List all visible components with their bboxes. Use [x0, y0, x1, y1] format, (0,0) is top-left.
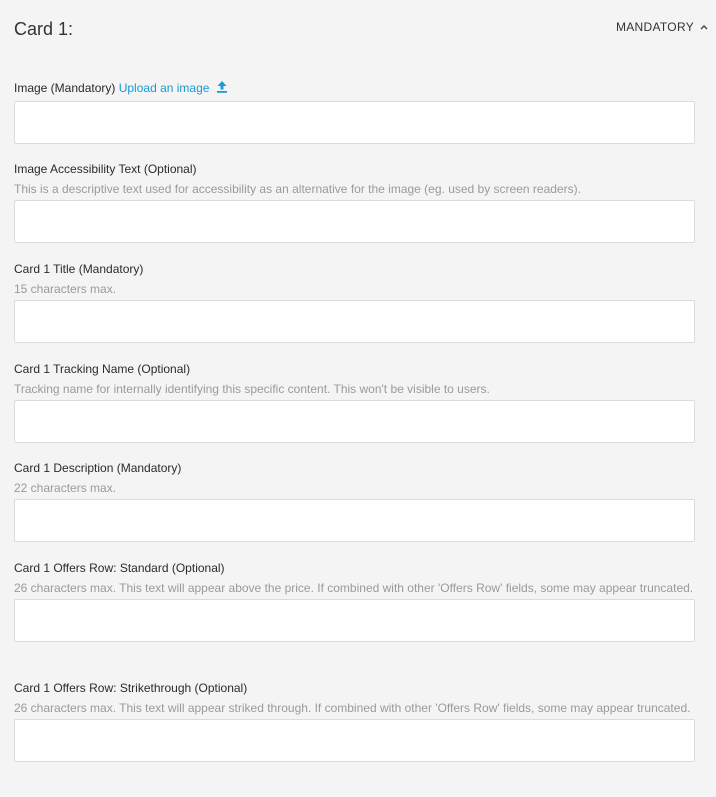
image-accessibility-text-label: Image Accessibility Text (Optional) — [14, 162, 197, 176]
tracking-name-hint: Tracking name for internally identifying… — [14, 382, 490, 396]
offers-row-standard-input[interactable] — [14, 599, 695, 642]
offers-row-standard-field: Card 1 Offers Row: Standard (Optional) 2… — [14, 560, 695, 642]
tracking-name-field: Card 1 Tracking Name (Optional) Tracking… — [14, 361, 695, 443]
image-accessibility-text-field: Image Accessibility Text (Optional) This… — [14, 161, 695, 243]
image-accessibility-text-input[interactable] — [14, 200, 695, 243]
offers-row-strikethrough-field: Card 1 Offers Row: Strikethrough (Option… — [14, 680, 695, 762]
card-title-field: Card 1 Title (Mandatory) 15 characters m… — [14, 261, 695, 343]
tracking-name-input[interactable] — [14, 400, 695, 443]
tracking-name-label: Card 1 Tracking Name (Optional) — [14, 362, 191, 376]
image-field: Image (Mandatory) Upload an image — [14, 80, 695, 144]
description-hint: 22 characters max. — [14, 481, 117, 495]
card-title: Card 1: — [14, 19, 74, 39]
card-1-panel: Card 1: MANDATORY Image (Mandatory) Uplo… — [0, 0, 716, 797]
card-title-label: Card 1 Title (Mandatory) — [14, 262, 144, 276]
card-title-input[interactable] — [14, 300, 695, 343]
card-header: Card 1: MANDATORY — [14, 18, 710, 42]
mandatory-toggle-label: MANDATORY — [615, 20, 694, 34]
offers-row-strikethrough-hint: 26 characters max. This text will appear… — [14, 701, 691, 715]
upload-image-link[interactable]: Upload an image — [119, 81, 228, 95]
image-field-label-text: Image (Mandatory) — [14, 81, 116, 95]
mandatory-toggle[interactable]: MANDATORY — [616, 20, 710, 34]
upload-icon — [216, 81, 227, 93]
image-accessibility-text-hint: This is a descriptive text used for acce… — [14, 182, 581, 196]
chevron-up-icon — [700, 25, 708, 30]
card-title-hint: 15 characters max. — [14, 282, 117, 296]
image-field-label: Image (Mandatory) Upload an image — [14, 80, 695, 96]
offers-row-strikethrough-input[interactable] — [14, 719, 695, 762]
offers-row-standard-hint: 26 characters max. This text will appear… — [14, 581, 694, 595]
description-field: Card 1 Description (Mandatory) 22 charac… — [14, 460, 695, 542]
offers-row-strikethrough-label: Card 1 Offers Row: Strikethrough (Option… — [14, 681, 248, 695]
description-input[interactable] — [14, 499, 695, 542]
description-label: Card 1 Description (Mandatory) — [14, 461, 182, 475]
upload-image-link-text: Upload an image — [118, 81, 210, 95]
image-input[interactable] — [14, 101, 695, 144]
offers-row-standard-label: Card 1 Offers Row: Standard (Optional) — [14, 561, 225, 575]
